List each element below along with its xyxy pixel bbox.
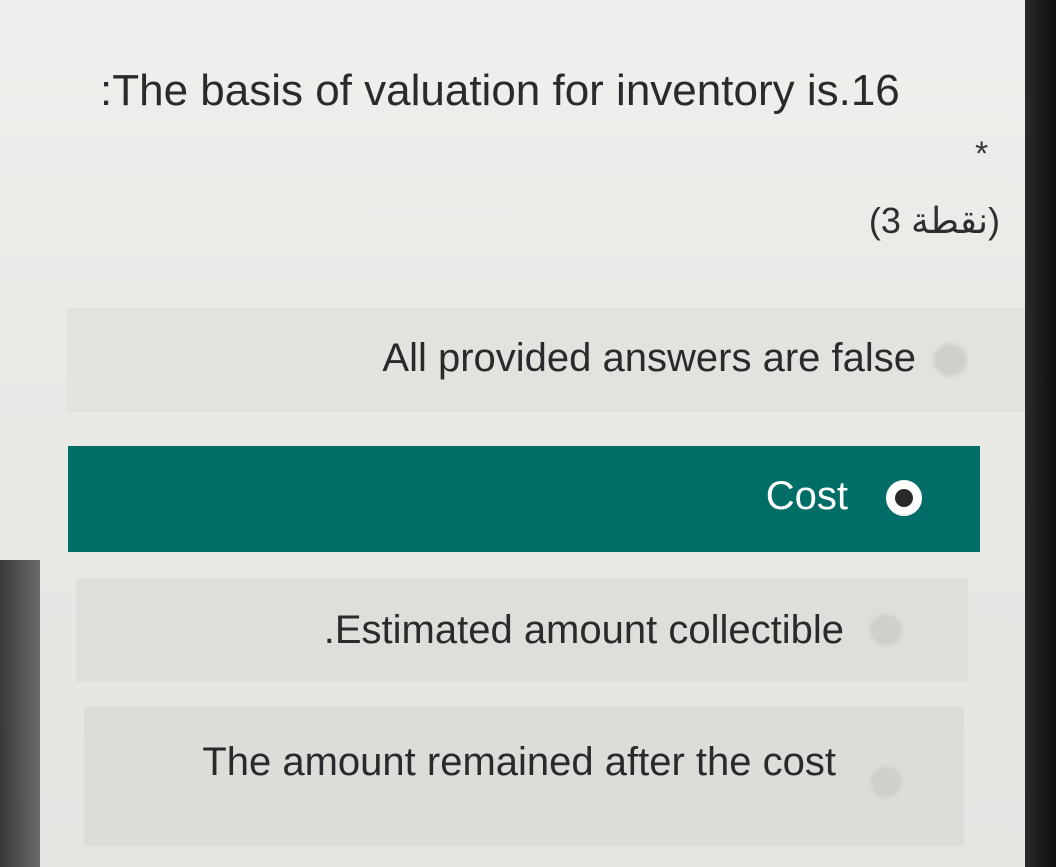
- radio-dot: [895, 489, 913, 507]
- radio-unselected-icon[interactable]: [868, 612, 904, 648]
- quiz-screen: :The basis of valuation for inventory is…: [0, 0, 1025, 867]
- option-cost[interactable]: Cost: [68, 446, 980, 552]
- option-estimated-amount[interactable]: .Estimated amount collectible: [76, 578, 968, 682]
- question-title: :The basis of valuation for inventory is…: [100, 66, 900, 115]
- device-bezel-left: [0, 560, 40, 867]
- option-label: Cost: [765, 474, 848, 518]
- option-label: All provided answers are false: [382, 336, 916, 380]
- device-bezel-right: [1025, 0, 1056, 867]
- option-amount-remained[interactable]: The amount remained after the cost: [84, 706, 964, 846]
- option-label: The amount remained after the cost: [202, 740, 836, 784]
- required-marker: *: [975, 135, 989, 173]
- radio-unselected-icon[interactable]: [868, 764, 904, 800]
- option-all-false[interactable]: All provided answers are false: [66, 308, 1025, 412]
- points-label: (3 نقطة): [868, 200, 1000, 241]
- radio-unselected-icon[interactable]: [932, 342, 968, 378]
- option-label: .Estimated amount collectible: [323, 608, 844, 652]
- radio-selected-icon[interactable]: [886, 480, 922, 516]
